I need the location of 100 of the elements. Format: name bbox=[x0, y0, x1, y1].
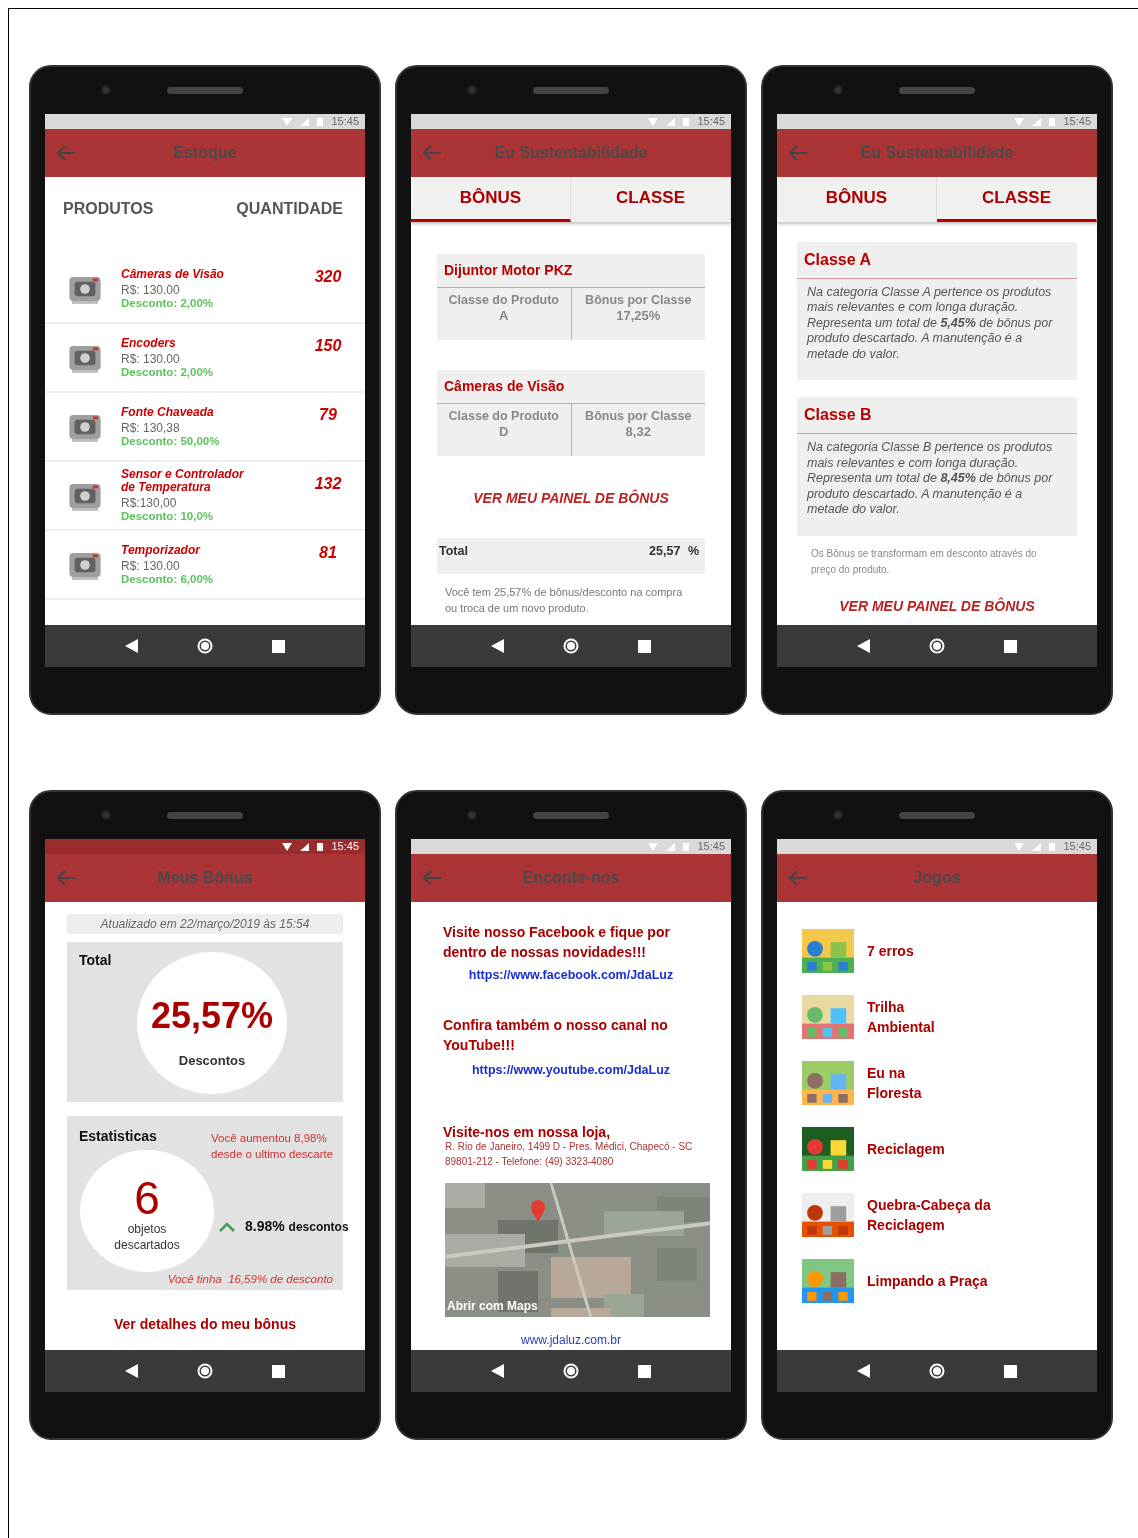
camera-icon bbox=[467, 85, 477, 95]
product-name: Câmeras de Visão bbox=[437, 369, 705, 404]
tab[interactable]: BÔNUS bbox=[411, 177, 571, 222]
class-title: Classe A bbox=[797, 241, 1077, 279]
product-price: R$: 130,38 bbox=[121, 421, 181, 435]
product-row[interactable]: Fonte Chaveada R$: 130,38 Desconto: 50,00% 79 bbox=[45, 393, 365, 462]
bonus-details-link[interactable]: Ver detalhes do meu bônus bbox=[113, 1316, 296, 1332]
back-icon[interactable] bbox=[490, 1364, 504, 1378]
home-icon[interactable] bbox=[929, 1363, 945, 1379]
recents-icon[interactable] bbox=[1004, 639, 1018, 653]
status-time: 15:45 bbox=[697, 114, 725, 130]
screen-title: Jogos bbox=[912, 868, 962, 888]
bonus-note: Você tem 25,57% de bônus/desconto na compra ou troca de um novo produto. bbox=[445, 585, 684, 617]
product-row[interactable]: Sensor e Controlador de Temperatura R$:130,00 Desconto: 10,0% 132 bbox=[45, 462, 365, 531]
game-item[interactable]: Reciclagem bbox=[777, 1116, 1097, 1182]
game-item[interactable]: Limpando a Praça bbox=[777, 1248, 1097, 1314]
home-icon[interactable] bbox=[563, 638, 579, 654]
tab[interactable]: BÔNUS bbox=[777, 177, 937, 222]
product-name: Fonte Chaveada bbox=[121, 405, 215, 419]
screen-title: Meus Bônus bbox=[156, 868, 254, 888]
facebook-link[interactable]: https://www.facebook.com/JdaLuz bbox=[443, 966, 699, 985]
screen-title: Eu Sustentabilidade bbox=[859, 143, 1015, 163]
bonus-value: 17,25% bbox=[615, 307, 662, 324]
product-price: R$: 130.00 bbox=[121, 559, 181, 573]
signal-icon bbox=[1032, 117, 1042, 126]
camera-icon bbox=[833, 810, 843, 820]
signal-icon bbox=[666, 842, 676, 851]
bonus-panel-link[interactable]: VER MEU PAINEL DE BÔNUS bbox=[839, 597, 1035, 614]
class-label: Classe do Produto bbox=[447, 291, 560, 308]
recents-icon[interactable] bbox=[1004, 1364, 1018, 1378]
product-discount: Desconto: 2,00% bbox=[121, 365, 215, 379]
previous-discount-text: Você tinha 16,59% de desconto bbox=[167, 1271, 333, 1287]
game-title: Trilha Ambiental bbox=[867, 998, 935, 1037]
game-item[interactable]: Quebra-Cabeça da Reciclagem bbox=[777, 1182, 1097, 1248]
recents-icon[interactable] bbox=[272, 1364, 286, 1378]
game-title: Reciclagem bbox=[867, 1140, 945, 1159]
product-name: Sensor e Controlador de Temperatura bbox=[121, 468, 245, 494]
youtube-link[interactable]: https://www.youtube.com/JdaLuz bbox=[443, 1060, 699, 1080]
product-name: Encoders bbox=[121, 336, 177, 350]
signal-icon bbox=[666, 117, 676, 126]
recents-icon[interactable] bbox=[638, 1364, 652, 1378]
status-time: 15:45 bbox=[1063, 114, 1091, 130]
back-icon[interactable] bbox=[856, 639, 870, 653]
home-icon[interactable] bbox=[197, 638, 213, 654]
count-caption: objetos descartados bbox=[113, 1221, 181, 1253]
game-title: 7 erros bbox=[867, 942, 914, 961]
column-header: QUANTIDADE bbox=[236, 199, 343, 219]
store-heading: Visite-nos em nossa loja, bbox=[443, 1122, 612, 1142]
product-row[interactable]: Encoders R$: 130.00 Desconto: 2,00% 150 bbox=[45, 324, 365, 393]
total-percent: 25,57% bbox=[150, 994, 274, 1039]
product-price: R$: 130.00 bbox=[121, 283, 181, 297]
wifi-icon bbox=[282, 117, 293, 126]
game-item[interactable]: Trilha Ambiental bbox=[777, 984, 1097, 1050]
product-row[interactable]: Câmeras de Visão R$: 130.00 Desconto: 2,00% 320 bbox=[45, 255, 365, 324]
delta-text: 8.98% descontos bbox=[245, 1217, 349, 1236]
game-item[interactable]: Eu na Floresta bbox=[777, 1050, 1097, 1116]
camera-icon bbox=[101, 810, 111, 820]
recents-icon[interactable] bbox=[272, 639, 286, 653]
screen-title: Estoque bbox=[172, 143, 238, 163]
product-name: Temporizador bbox=[121, 543, 202, 557]
product-discount: Desconto: 2,00% bbox=[121, 296, 215, 310]
bonus-panel-link[interactable]: VER MEU PAINEL DE BÔNUS bbox=[473, 489, 669, 506]
back-icon[interactable] bbox=[124, 1364, 138, 1378]
column-header: PRODUTOS bbox=[63, 199, 154, 219]
back-icon[interactable] bbox=[856, 1364, 870, 1378]
back-icon[interactable] bbox=[124, 639, 138, 653]
game-item[interactable]: 7 erros bbox=[777, 918, 1097, 984]
bonus-label: Bônus por Classe bbox=[584, 291, 693, 308]
status-time: 15:45 bbox=[331, 839, 359, 855]
tab[interactable]: CLASSE bbox=[571, 177, 731, 222]
class-value: D bbox=[498, 423, 510, 440]
class-description: Na categoria Classe B pertence os produtos mais relevantes e com longa duração. Representa um total de 8,45% de bônus por produto descartado. A manutenção é a metade do valor. bbox=[805, 439, 1054, 518]
product-price: R$: 130.00 bbox=[121, 352, 181, 366]
battery-icon bbox=[683, 117, 690, 126]
product-price: R$:130,00 bbox=[121, 497, 178, 510]
wifi-icon bbox=[648, 117, 659, 126]
tab[interactable]: CLASSE bbox=[937, 177, 1097, 222]
game-title: Eu na Floresta bbox=[867, 1064, 922, 1103]
home-icon[interactable] bbox=[929, 638, 945, 654]
status-time: 15:45 bbox=[331, 114, 359, 130]
total-label: Total bbox=[79, 951, 113, 970]
back-icon[interactable] bbox=[490, 639, 504, 653]
signal-icon bbox=[300, 842, 310, 851]
bonus-value: 8,32 bbox=[624, 423, 652, 440]
home-icon[interactable] bbox=[563, 1363, 579, 1379]
product-row[interactable]: Temporizador R$: 130.00 Desconto: 6,00% 81 bbox=[45, 531, 365, 600]
class-label: Classe do Produto bbox=[447, 407, 560, 424]
battery-icon bbox=[1049, 117, 1056, 126]
facebook-invite-text: Visite nosso Facebook e fique por dentro de nossas novidades!!! bbox=[443, 923, 671, 962]
wifi-icon bbox=[1014, 842, 1025, 851]
home-icon[interactable] bbox=[197, 1363, 213, 1379]
objects-count: 6 bbox=[134, 1175, 160, 1221]
website-link[interactable]: www.jdaluz.com.br bbox=[443, 1330, 699, 1349]
recents-icon[interactable] bbox=[638, 639, 652, 653]
product-quantity: 81 bbox=[318, 543, 338, 563]
signal-icon bbox=[300, 117, 310, 126]
status-time: 15:45 bbox=[697, 839, 725, 855]
bonus-label: Bônus por Classe bbox=[584, 407, 693, 424]
product-discount: Desconto: 10,0% bbox=[121, 510, 215, 523]
total-caption: Descontos bbox=[178, 1052, 246, 1071]
